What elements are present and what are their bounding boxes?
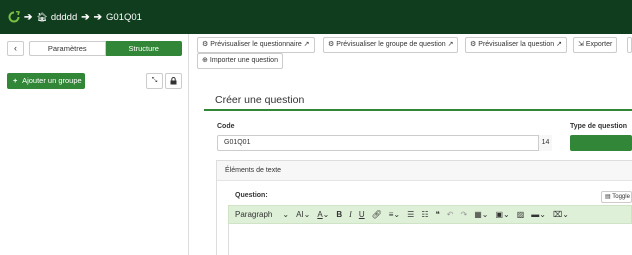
preview-survey-label: Prévisualiser le questionnaire [210, 41, 302, 48]
more-button[interactable] [627, 37, 632, 53]
gear-icon: ⚙ [328, 41, 335, 48]
align-icon[interactable]: ≡⌄ [389, 210, 400, 219]
external-link-icon: ↗ [554, 41, 562, 48]
question-text-editor[interactable] [228, 224, 632, 255]
expand-all-button[interactable]: ⤡ [146, 73, 163, 89]
format-select-value: Paragraph [235, 210, 273, 219]
export-icon: ⇲ [578, 41, 584, 48]
plus-icon: + [13, 76, 18, 85]
breadcrumb-arrow-icon: ➔ [24, 11, 33, 23]
question-text-label: Question: [235, 192, 268, 199]
code-input[interactable]: G01Q01 [217, 135, 542, 151]
toggle-editor-button[interactable]: ▤ Toggle [601, 191, 632, 203]
folder-icon[interactable]: ▬⌄ [531, 210, 546, 219]
preview-group-label: Prévisualiser le groupe de question [336, 41, 446, 48]
sidebar: ‹ Paramètres Structure + Ajouter un grou… [0, 34, 189, 255]
external-link-icon: ↗ [301, 41, 310, 48]
lock-icon [170, 77, 177, 85]
breadcrumb-survey[interactable]: 🏠︎ ddddd [36, 12, 77, 23]
preview-question-button[interactable]: ⚙ Prévisualiser la question ↗ [465, 37, 567, 53]
import-question-label: Importer une question [209, 57, 278, 64]
sidebar-tabs: Paramètres Structure [29, 41, 182, 56]
export-label: Exporter [585, 41, 613, 48]
add-group-button[interactable]: + Ajouter un groupe [7, 73, 85, 89]
question-type-select[interactable] [570, 135, 632, 151]
rich-text-toolbar: Paragraph ⌄ AI⌄ A⌄ B I U 🔗︎ ≡⌄ ☰ ☷ ❝ ↶ ↷… [228, 205, 632, 224]
media-icon[interactable]: ▣⌄ [495, 210, 509, 219]
expand-arrows-icon: ⤡ [151, 77, 158, 84]
lock-button[interactable] [165, 73, 182, 89]
breadcrumb-survey-label[interactable]: ddddd [51, 12, 77, 23]
limesurvey-logo-icon[interactable] [8, 11, 20, 23]
chevron-down-icon[interactable]: ⌄ [282, 210, 289, 219]
link-icon[interactable]: 🔗︎ [372, 210, 382, 219]
preview-group-button[interactable]: ⚙ Prévisualiser le groupe de question ↗ [323, 37, 459, 53]
tab-parametres[interactable]: Paramètres [29, 41, 106, 56]
text-elements-heading: Éléments de texte [217, 161, 632, 181]
blockquote-icon[interactable]: ❝ [435, 210, 439, 219]
import-question-button[interactable]: ⊕ Importer une question [197, 53, 283, 69]
font-color-icon[interactable]: A⌄ [317, 210, 329, 219]
toggle-label: Toggle [612, 194, 630, 200]
breadcrumb-arrow-icon: ➔ [93, 11, 103, 23]
gear-icon: ⚙ [470, 41, 477, 48]
external-link-icon: ↗ [445, 41, 454, 48]
import-icon: ⊕ [202, 57, 208, 64]
top-navbar: ➔ 🏠︎ ddddd ➔ ➔ G01Q01 [0, 0, 632, 34]
collapse-sidebar-button[interactable]: ‹ [7, 41, 24, 56]
export-button[interactable]: ⇲ Exporter [573, 37, 618, 53]
table-icon[interactable]: ▦⌄ [474, 210, 488, 219]
home-icon: 🏠︎ [36, 11, 48, 22]
breadcrumb-question: G01Q01 [106, 11, 142, 23]
title-underline [204, 109, 632, 111]
preview-survey-button[interactable]: ⚙ Prévisualiser le questionnaire ↗ [197, 37, 315, 53]
format-select[interactable]: Paragraph [235, 210, 272, 219]
redo-icon[interactable]: ↷ [461, 210, 468, 219]
code-label: Code [217, 123, 235, 130]
source-icon[interactable]: ⌧⌄ [553, 210, 569, 219]
underline-icon[interactable]: U [359, 210, 365, 219]
numbered-list-icon[interactable]: ☷ [421, 210, 428, 219]
bold-icon[interactable]: B [336, 210, 342, 219]
preview-question-label: Prévisualiser la question [478, 41, 555, 48]
image-icon[interactable]: ▨ [517, 210, 525, 219]
gear-icon: ⚙ [202, 41, 209, 48]
undo-icon[interactable]: ↶ [447, 210, 454, 219]
code-char-counter: 14 [538, 135, 552, 151]
question-type-label: Type de question [570, 123, 628, 130]
page-title: Créer une question [215, 94, 305, 106]
breadcrumb-arrow-icon: ➔ [81, 11, 90, 23]
font-size-icon[interactable]: AI⌄ [296, 210, 310, 219]
chevron-left-icon: ‹ [14, 43, 17, 53]
bulleted-list-icon[interactable]: ☰ [407, 210, 414, 219]
tab-structure[interactable]: Structure [105, 41, 182, 56]
italic-icon[interactable]: I [349, 210, 352, 219]
add-group-label: Ajouter un groupe [22, 76, 82, 85]
